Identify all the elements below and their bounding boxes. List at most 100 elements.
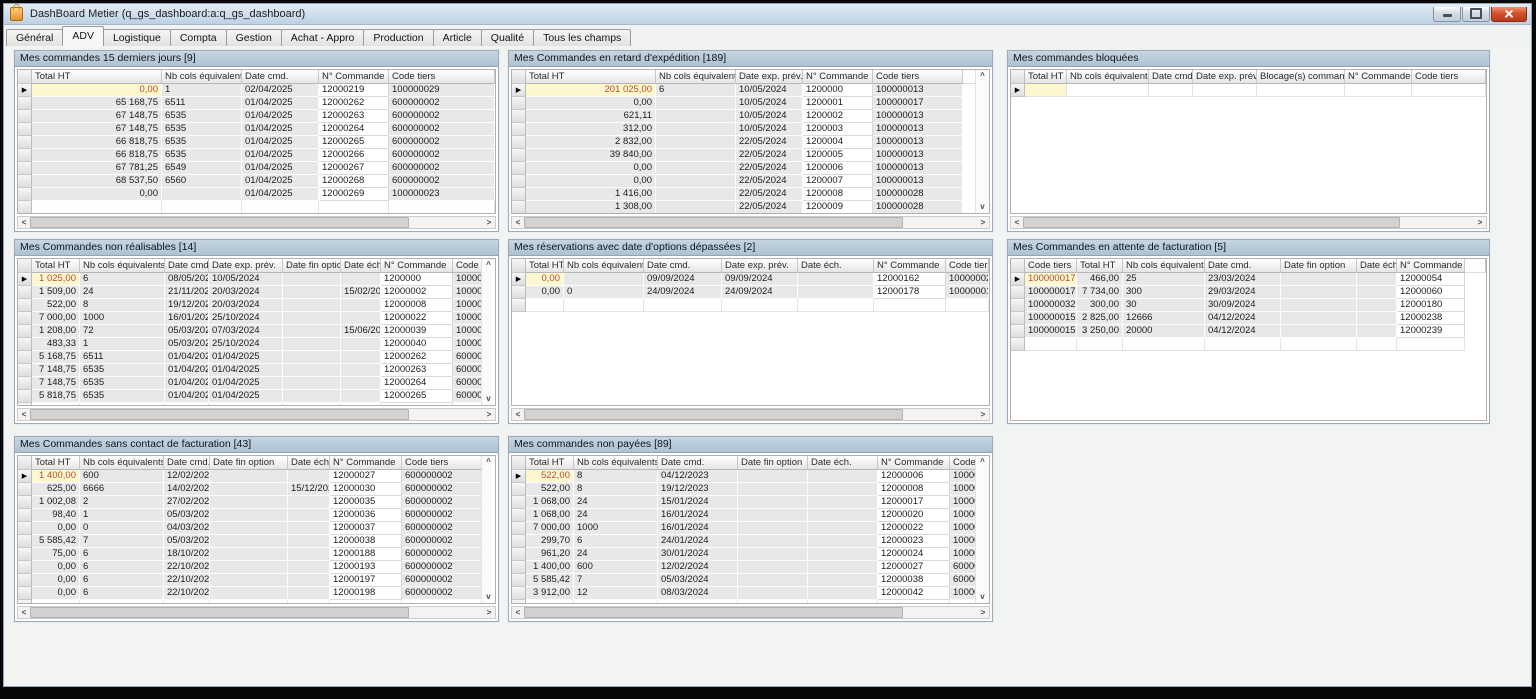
column-header-total-ht[interactable]: Total HT [32,456,80,470]
table-cell[interactable]: 600000002 [389,162,495,175]
table-cell[interactable] [738,561,808,574]
table-cell[interactable]: 5 168,75 [32,351,80,364]
scroll-right-icon[interactable]: > [483,409,495,420]
table-row[interactable]: 1 509,002421/11/20220/03/2024 15/02/20212… [18,286,482,299]
row-selector[interactable] [18,522,32,535]
table-cell[interactable]: 300,00 [1077,299,1123,312]
table-cell[interactable]: 12000038 [330,535,402,548]
table-cell[interactable]: 600000002 [402,522,482,535]
row-selector[interactable] [512,483,526,496]
scroll-left-icon[interactable]: < [18,217,30,228]
table-cell[interactable]: 67 781,25 [32,162,162,175]
selected-row-marker-icon[interactable]: ▶ [1011,273,1025,286]
table-cell[interactable]: 6535 [162,110,242,123]
table-cell[interactable] [283,273,341,286]
column-header-n-commande[interactable]: N° Commande [1345,70,1412,84]
row-selector[interactable] [512,286,526,299]
table-row[interactable]: 66 818,75 6535 01/04/2025 12000266 600000002 [18,149,495,162]
table-cell[interactable]: 15/01/2024 [658,496,738,509]
table-cell[interactable]: 01/04/2025 [242,149,319,162]
table-cell[interactable]: 0,00 [32,188,162,201]
table-cell[interactable] [165,403,209,405]
table-cell[interactable]: 100000017 [1025,286,1077,299]
row-selector[interactable] [18,149,32,162]
table-cell[interactable]: 12000262 [381,351,453,364]
column-header-n-commande[interactable]: N° Commande [874,259,946,273]
table-cell[interactable] [283,390,341,403]
table-cell[interactable]: 60000 [950,574,976,587]
table-cell[interactable]: 24/01/2024 [658,535,738,548]
table-cell[interactable]: 0,00 [32,522,80,535]
selected-row-marker-icon[interactable]: ▶ [512,470,526,483]
table-row[interactable]: 3 912,001208/03/2024 1200004210000 [512,587,976,600]
column-header-total-ht[interactable]: Total HT [32,70,162,84]
table-cell[interactable]: 6535 [162,123,242,136]
selected-row-marker-icon[interactable]: ▶ [1011,84,1025,97]
table-cell[interactable]: 600 [80,470,164,483]
table-row[interactable] [512,600,976,603]
table-cell[interactable] [288,561,330,574]
row-selector[interactable] [18,162,32,175]
table-cell[interactable] [1281,273,1357,286]
table-cell[interactable]: 12000263 [381,364,453,377]
table-cell[interactable]: 02/04/2025 [242,84,319,97]
selected-row-marker-icon[interactable]: ▶ [18,84,32,97]
table-cell[interactable]: 10000001 [946,286,989,299]
table-cell[interactable] [1281,299,1357,312]
table-row[interactable]: 0,00 10/05/2024 1200001 100000017 [512,97,976,110]
table-cell[interactable]: 04/12/2024 [1205,312,1281,325]
table-cell[interactable]: 299,70 [526,535,574,548]
table-row[interactable]: ▶522,00804/12/2023 1200000610000 [512,470,976,483]
table-cell[interactable] [950,600,976,603]
column-header-date-ech[interactable]: Date éch. [808,456,878,470]
table-cell[interactable]: 7 [574,574,658,587]
column-header-n-commande[interactable]: N° Commande [330,456,402,470]
table-cell[interactable]: 08/03/2024 [658,587,738,600]
table-cell[interactable] [210,509,288,522]
scroll-down-icon[interactable]: v [976,203,989,211]
table-cell[interactable]: 22/05/2024 [736,149,803,162]
row-selector[interactable] [18,175,32,188]
column-header-total-ht[interactable]: Total HT [526,259,564,273]
table-cell[interactable]: 1 308,00 [526,201,656,213]
table-cell[interactable]: 12000039 [381,325,453,338]
horizontal-scrollbar[interactable]: < > [511,408,990,421]
app-icon[interactable] [10,4,23,21]
row-selector[interactable] [18,535,32,548]
table-cell[interactable]: 05/03/2024 [658,574,738,587]
row-selector[interactable] [512,97,526,110]
table-cell[interactable]: 6535 [80,377,165,390]
table-cell[interactable]: 100000013 [873,84,963,97]
table-cell[interactable]: 7 000,00 [32,312,80,325]
table-cell[interactable]: 01/04/2025 [242,110,319,123]
table-cell[interactable] [1357,273,1397,286]
table-cell[interactable]: 522,00 [526,483,574,496]
row-selector[interactable] [18,97,32,110]
table-cell[interactable]: 600000002 [402,548,482,561]
row-selector[interactable] [512,136,526,149]
table-cell[interactable] [210,535,288,548]
table-row[interactable] [1011,338,1486,351]
table-cell[interactable] [658,600,738,603]
table-cell[interactable]: 01/04/2025 [209,364,283,377]
table-cell[interactable]: 600000002 [402,535,482,548]
table-cell[interactable]: 30/09/2024 [1205,299,1281,312]
table-row[interactable]: 522,00819/12/2023 1200000810000 [512,483,976,496]
scroll-left-icon[interactable]: < [18,409,30,420]
table-cell[interactable]: 100000029 [389,84,495,97]
table-row[interactable] [18,201,495,213]
table-row[interactable]: ▶ 1 400,00 600 12/02/202 12000027 600000002 [18,470,482,483]
row-selector[interactable] [1011,338,1025,351]
table-row[interactable]: 625,00 6666 14/02/202 15/12/202 12000030 6000… [18,483,482,496]
table-cell[interactable]: 1200008 [803,188,873,201]
table-cell[interactable] [1025,338,1077,351]
table-cell[interactable] [210,522,288,535]
table-cell[interactable]: 100000 [453,299,482,312]
table-cell[interactable]: 3 250,00 [1077,325,1123,338]
table-cell[interactable]: 12000006 [878,470,950,483]
table-cell[interactable] [210,600,288,603]
table-cell[interactable]: 12000265 [319,136,389,149]
table-cell[interactable]: 621,11 [526,110,656,123]
table-cell[interactable]: 312,00 [526,123,656,136]
table-cell[interactable]: 522,00 [526,470,574,483]
